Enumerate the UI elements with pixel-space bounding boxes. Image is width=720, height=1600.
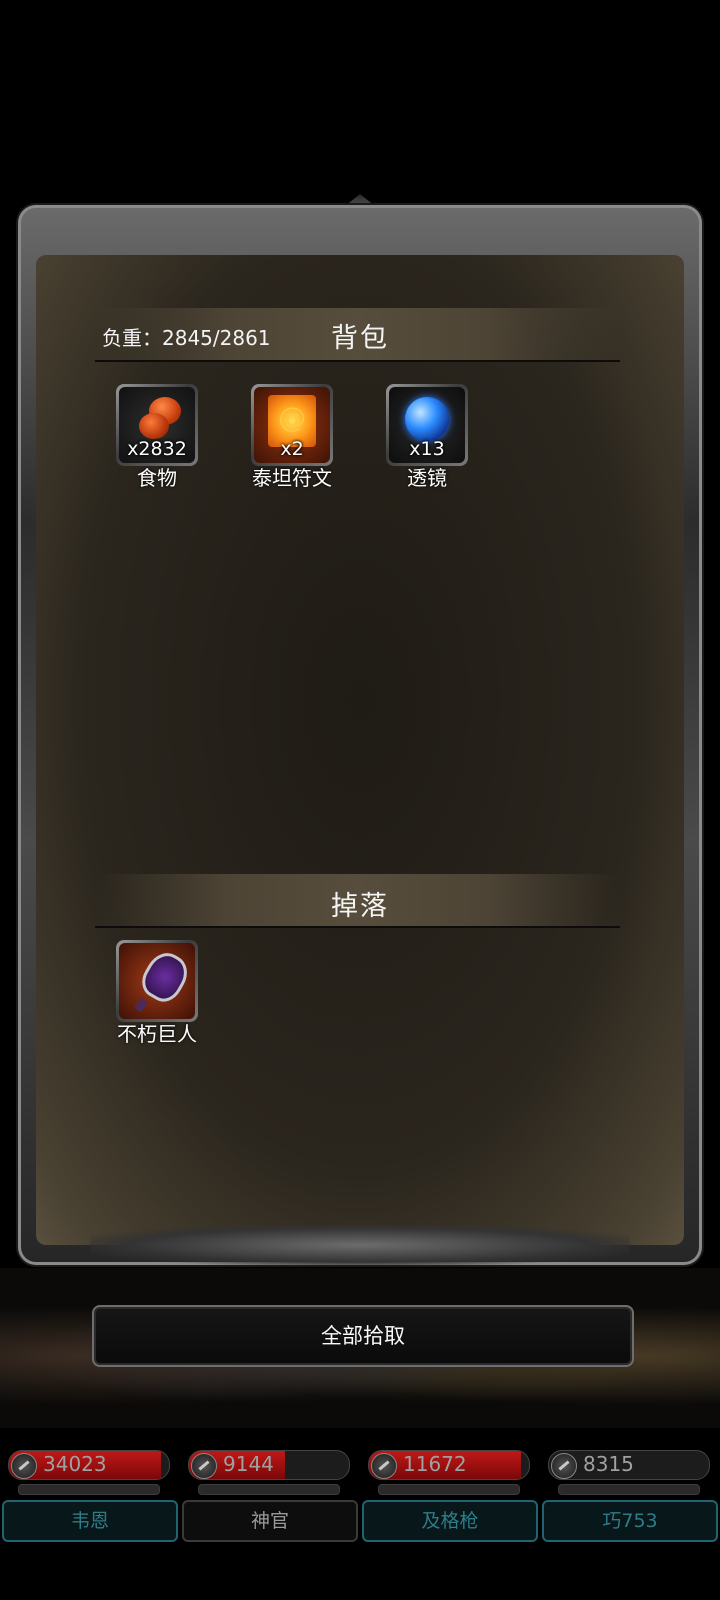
hero-name[interactable]: 韦恩 bbox=[2, 1500, 178, 1542]
hp-bar: 9144 bbox=[188, 1450, 350, 1480]
hero-name[interactable]: 神官 bbox=[182, 1500, 358, 1542]
hp-bar: 11672 bbox=[368, 1450, 530, 1480]
pickup-all-button[interactable]: 全部拾取 bbox=[92, 1305, 634, 1367]
energy-bar bbox=[18, 1484, 160, 1495]
food-icon bbox=[133, 395, 183, 441]
hp-value: 11672 bbox=[403, 1452, 467, 1476]
hero-card[interactable]: 9144 神官 bbox=[180, 1448, 358, 1568]
hp-value: 34023 bbox=[43, 1452, 107, 1476]
item-name: 不朽巨人 bbox=[117, 1022, 197, 1046]
item-slot-food[interactable]: x2832 bbox=[116, 384, 198, 466]
hp-value: 9144 bbox=[223, 1452, 274, 1476]
item-name: 泰坦符文 bbox=[252, 466, 332, 490]
item-slot-immortal-giant[interactable] bbox=[116, 940, 198, 1022]
item-name: 透镜 bbox=[407, 466, 447, 490]
item-count: x2832 bbox=[127, 438, 187, 460]
hp-bar: 34023 bbox=[8, 1450, 170, 1480]
panel-bottom-ornament bbox=[90, 1225, 630, 1265]
sword-icon bbox=[11, 1453, 37, 1479]
weapon-icon bbox=[131, 949, 185, 1013]
sword-icon bbox=[371, 1453, 397, 1479]
hero-card[interactable]: 34023 韦恩 bbox=[0, 1448, 178, 1568]
energy-bar bbox=[198, 1484, 340, 1495]
sword-icon bbox=[551, 1453, 577, 1479]
hero-card[interactable]: 11672 及格枪 bbox=[360, 1448, 538, 1568]
hp-bar: 8315 bbox=[548, 1450, 710, 1480]
hp-value: 8315 bbox=[583, 1452, 634, 1476]
energy-bar bbox=[558, 1484, 700, 1495]
lens-icon bbox=[405, 397, 449, 441]
backpack-title: 背包 bbox=[331, 323, 389, 354]
hero-name[interactable]: 及格枪 bbox=[362, 1500, 538, 1542]
energy-bar bbox=[378, 1484, 520, 1495]
item-name: 食物 bbox=[137, 466, 177, 490]
drops-title: 掉落 bbox=[331, 891, 389, 922]
hero-card[interactable]: 8315 巧753 bbox=[540, 1448, 718, 1568]
sword-icon bbox=[191, 1453, 217, 1479]
item-count: x2 bbox=[280, 438, 304, 460]
item-slot-lens[interactable]: x13 bbox=[386, 384, 468, 466]
item-count: x13 bbox=[409, 438, 445, 460]
hero-name[interactable]: 巧753 bbox=[542, 1500, 718, 1542]
item-slot-titan-rune[interactable]: x2 bbox=[251, 384, 333, 466]
